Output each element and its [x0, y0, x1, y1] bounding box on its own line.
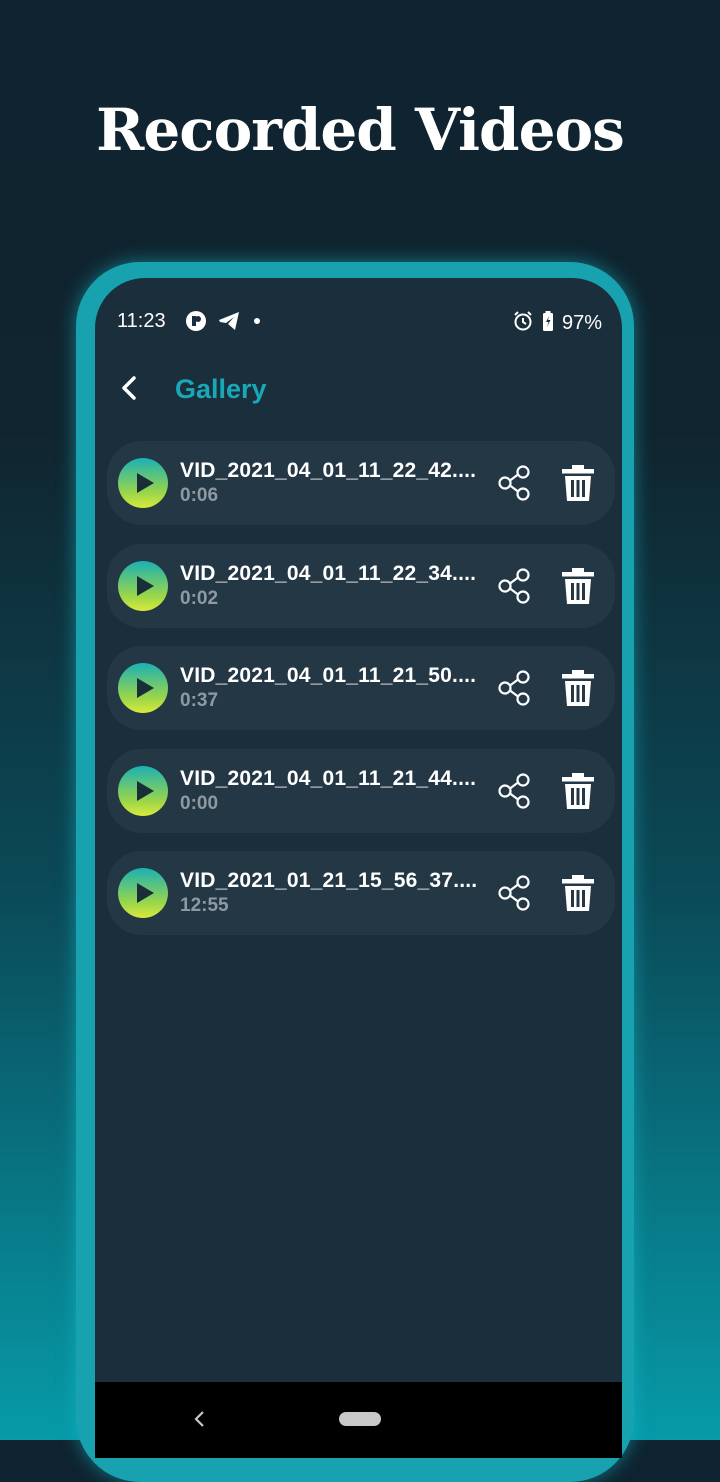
share-icon[interactable] — [495, 771, 535, 811]
video-duration: 0:00 — [180, 792, 219, 814]
play-icon — [137, 883, 154, 903]
video-filename: VID_2021_04_01_11_22_42.... — [180, 459, 477, 482]
share-icon[interactable] — [495, 873, 535, 913]
video-item[interactable]: VID_2021_04_01_11_21_50.... 0:37 — [107, 646, 615, 730]
nav-home-pill[interactable] — [339, 1412, 381, 1426]
battery-percent: 97% — [561, 312, 602, 334]
video-duration: 12:55 — [180, 895, 229, 916]
delete-icon[interactable] — [559, 771, 597, 811]
app-notification-icon — [185, 310, 207, 337]
app-bar: Gallery — [95, 366, 622, 410]
play-icon — [137, 473, 154, 493]
play-icon — [137, 678, 154, 698]
promo-headline: Recorded Videos — [96, 96, 625, 164]
alarm-icon — [512, 310, 534, 337]
system-nav-bar — [95, 1382, 622, 1458]
dot-icon — [251, 310, 263, 337]
play-icon — [137, 780, 154, 801]
video-item[interactable]: VID_2021_04_01_11_22_34.... 0:02 — [107, 543, 615, 628]
share-icon[interactable] — [495, 463, 535, 503]
status-bar: 11:23 97% — [95, 308, 622, 338]
page-title: Gallery — [175, 374, 267, 404]
play-icon — [137, 575, 154, 596]
play-button[interactable] — [118, 765, 168, 816]
video-item[interactable]: VID_2021_01_21_15_56_37.... 12:55 — [107, 851, 615, 935]
video-item[interactable]: VID_2021_04_01_11_21_44.... 0:00 — [107, 748, 615, 833]
video-filename: VID_2021_04_01_11_21_44.... — [180, 766, 477, 790]
play-button[interactable] — [118, 868, 168, 918]
video-filename: VID_2021_04_01_11_21_50.... — [180, 664, 477, 687]
video-filename: VID_2021_01_21_15_56_37.... — [180, 869, 478, 892]
video-filename: VID_2021_04_01_11_22_34.... — [180, 561, 477, 585]
back-arrow-icon — [122, 376, 136, 400]
video-list: VID_2021_04_01_11_22_42.... 0:06 VID_202… — [107, 441, 615, 954]
share-icon[interactable] — [495, 566, 535, 606]
phone-screen: 11:23 97% Gallery VID_2021_04_01_11_22_4… — [95, 278, 622, 1458]
play-button[interactable] — [118, 560, 168, 611]
nav-back-button[interactable] — [187, 1404, 211, 1434]
battery-icon — [542, 310, 554, 337]
play-button[interactable] — [118, 458, 168, 508]
delete-icon[interactable] — [559, 668, 597, 708]
video-item[interactable]: VID_2021_04_01_11_22_42.... 0:06 — [107, 441, 615, 525]
delete-icon[interactable] — [559, 873, 597, 913]
delete-icon[interactable] — [559, 463, 597, 503]
back-button[interactable] — [113, 372, 145, 404]
video-duration: 0:02 — [180, 587, 219, 609]
delete-icon[interactable] — [559, 566, 597, 606]
status-time: 11:23 — [117, 310, 166, 332]
play-button[interactable] — [118, 663, 168, 713]
video-duration: 0:37 — [180, 690, 219, 711]
telegram-icon — [217, 310, 241, 337]
share-icon[interactable] — [495, 668, 535, 708]
video-duration: 0:06 — [180, 485, 219, 506]
